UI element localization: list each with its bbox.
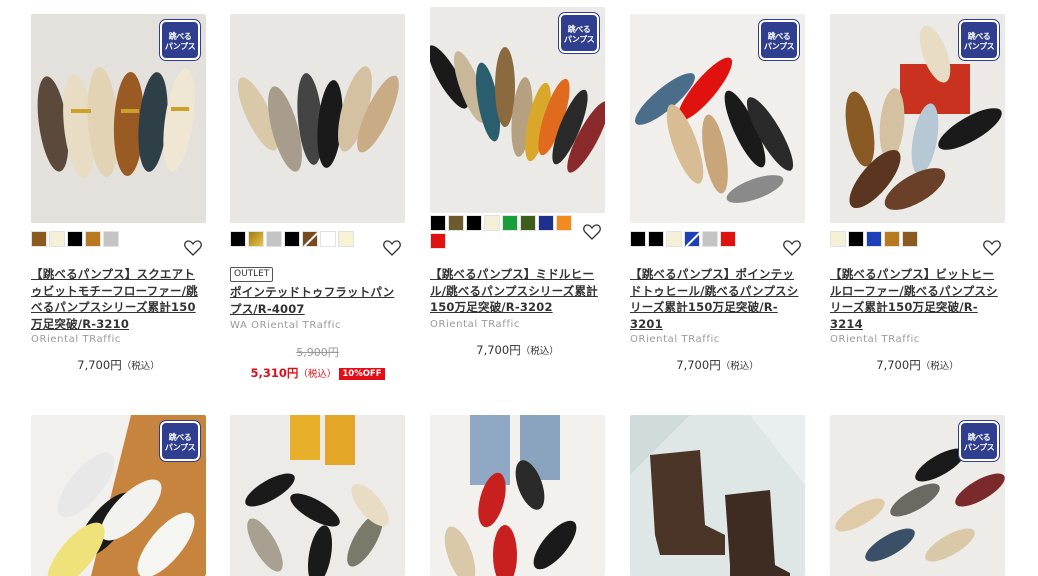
color-swatches bbox=[230, 231, 380, 247]
product-image[interactable] bbox=[230, 415, 405, 576]
color-swatch[interactable] bbox=[302, 231, 318, 247]
jump-pumps-badge: 跳べる パンプス bbox=[159, 420, 201, 462]
price-value: 7,700円 bbox=[676, 358, 721, 372]
product-title-link[interactable]: 【跳べるパンプス】スクエアトゥビットモチーフローファー/跳べるパンプスシリーズ累… bbox=[31, 266, 206, 332]
product-image[interactable]: 跳べる パンプス bbox=[630, 14, 805, 223]
color-swatch[interactable] bbox=[67, 231, 83, 247]
favorite-heart-icon[interactable] bbox=[582, 222, 602, 242]
price: 7,700円（税込） bbox=[31, 357, 206, 373]
brand-name: ORiental TRaffic bbox=[830, 334, 920, 345]
favorite-heart-icon[interactable] bbox=[982, 238, 1002, 258]
color-swatch[interactable] bbox=[230, 231, 246, 247]
color-swatch[interactable] bbox=[502, 215, 518, 231]
brand-name: WA ORiental TRaffic bbox=[230, 320, 342, 331]
brand-name: ORiental TRaffic bbox=[430, 319, 520, 330]
price: 7,700円（税込） bbox=[830, 357, 1005, 373]
product-photo-flats bbox=[230, 14, 405, 223]
sale-price-value: 5,310円 bbox=[250, 366, 299, 380]
tax-label: （税込） bbox=[520, 346, 559, 357]
color-swatches bbox=[31, 231, 181, 247]
color-swatch[interactable] bbox=[630, 231, 646, 247]
color-swatches bbox=[830, 231, 980, 247]
color-swatch[interactable] bbox=[338, 231, 354, 247]
product-title-link[interactable]: 【跳べるパンプス】ミドルヒール/跳べるパンプスシリーズ累計150万足突破/R-3… bbox=[430, 266, 605, 316]
color-swatch[interactable] bbox=[720, 231, 736, 247]
outlet-tag: OUTLET bbox=[230, 267, 274, 282]
color-swatch[interactable] bbox=[85, 231, 101, 247]
product-title-link[interactable]: ポインテッドトゥフラットパンプス/R-4007 bbox=[230, 284, 405, 317]
color-swatch[interactable] bbox=[538, 215, 554, 231]
price: 7,700円（税込） bbox=[430, 342, 605, 358]
favorite-heart-icon[interactable] bbox=[183, 238, 203, 258]
price-value: 7,700円 bbox=[77, 358, 122, 372]
color-swatch[interactable] bbox=[702, 231, 718, 247]
jump-pumps-badge: 跳べる パンプス bbox=[958, 19, 1000, 61]
price: 7,700円（税込） bbox=[630, 357, 805, 373]
color-swatch[interactable] bbox=[49, 231, 65, 247]
color-swatch[interactable] bbox=[666, 231, 682, 247]
color-swatch[interactable] bbox=[266, 231, 282, 247]
color-swatches bbox=[630, 231, 780, 247]
color-swatch[interactable] bbox=[320, 231, 336, 247]
color-swatch[interactable] bbox=[484, 215, 500, 231]
sale-price: 5,310円（税込） 10%OFF bbox=[230, 365, 405, 381]
product-image[interactable]: 跳べる パンプス bbox=[830, 415, 1005, 576]
color-swatch[interactable] bbox=[902, 231, 918, 247]
product-image[interactable] bbox=[230, 14, 405, 223]
jump-pumps-badge: 跳べる パンプス bbox=[558, 12, 600, 54]
color-swatch[interactable] bbox=[830, 231, 846, 247]
color-swatch[interactable] bbox=[556, 215, 572, 231]
product-image[interactable]: 跳べる パンプス bbox=[31, 415, 206, 576]
price-value: 7,700円 bbox=[876, 358, 921, 372]
color-swatch[interactable] bbox=[430, 233, 446, 249]
jump-pumps-badge: 跳べる パンプス bbox=[958, 420, 1000, 462]
tax-label: （税込） bbox=[121, 361, 160, 372]
favorite-heart-icon[interactable] bbox=[382, 238, 402, 258]
color-swatch[interactable] bbox=[466, 215, 482, 231]
jump-pumps-badge: 跳べる パンプス bbox=[159, 19, 201, 61]
color-swatch[interactable] bbox=[284, 231, 300, 247]
color-swatch[interactable] bbox=[448, 215, 464, 231]
price-value: 7,700円 bbox=[476, 343, 521, 357]
product-image[interactable]: 跳べる パンプス bbox=[430, 7, 605, 213]
product-photo-short-boots bbox=[630, 415, 805, 576]
color-swatch[interactable] bbox=[248, 231, 264, 247]
product-image[interactable]: 跳べる パンプス bbox=[31, 14, 206, 223]
product-title-link[interactable]: 【跳べるパンプス】ビットヒールローファー/跳べるパンプスシリーズ累計150万足突… bbox=[830, 266, 1005, 332]
jump-pumps-badge: 跳べる パンプス bbox=[758, 19, 800, 61]
color-swatch[interactable] bbox=[430, 215, 446, 231]
color-swatch[interactable] bbox=[103, 231, 119, 247]
color-swatch[interactable] bbox=[31, 231, 47, 247]
color-swatch[interactable] bbox=[866, 231, 882, 247]
original-price: 5,900円 bbox=[296, 346, 339, 359]
favorite-heart-icon[interactable] bbox=[782, 238, 802, 258]
product-image[interactable] bbox=[630, 415, 805, 576]
brand-name: ORiental TRaffic bbox=[31, 334, 121, 345]
color-swatch[interactable] bbox=[848, 231, 864, 247]
product-photo-ballet-pumps bbox=[430, 415, 605, 576]
color-swatch[interactable] bbox=[648, 231, 664, 247]
color-swatch[interactable] bbox=[520, 215, 536, 231]
tax-label: （税込） bbox=[920, 361, 959, 372]
color-swatch[interactable] bbox=[884, 231, 900, 247]
brand-name: ORiental TRaffic bbox=[630, 334, 720, 345]
product-image[interactable]: 跳べる パンプス bbox=[830, 14, 1005, 223]
product-title-link[interactable]: 【跳べるパンプス】ポインテッドトゥヒール/跳べるパンプスシリーズ累計150万足突… bbox=[630, 266, 805, 332]
color-swatches bbox=[430, 215, 575, 249]
color-swatch[interactable] bbox=[684, 231, 700, 247]
tax-label: （税込） bbox=[720, 361, 759, 372]
tax-label: （税込） bbox=[298, 369, 337, 380]
product-image[interactable] bbox=[430, 415, 605, 576]
discount-badge: 10%OFF bbox=[339, 368, 385, 380]
product-photo-flat-pumps bbox=[230, 415, 405, 576]
